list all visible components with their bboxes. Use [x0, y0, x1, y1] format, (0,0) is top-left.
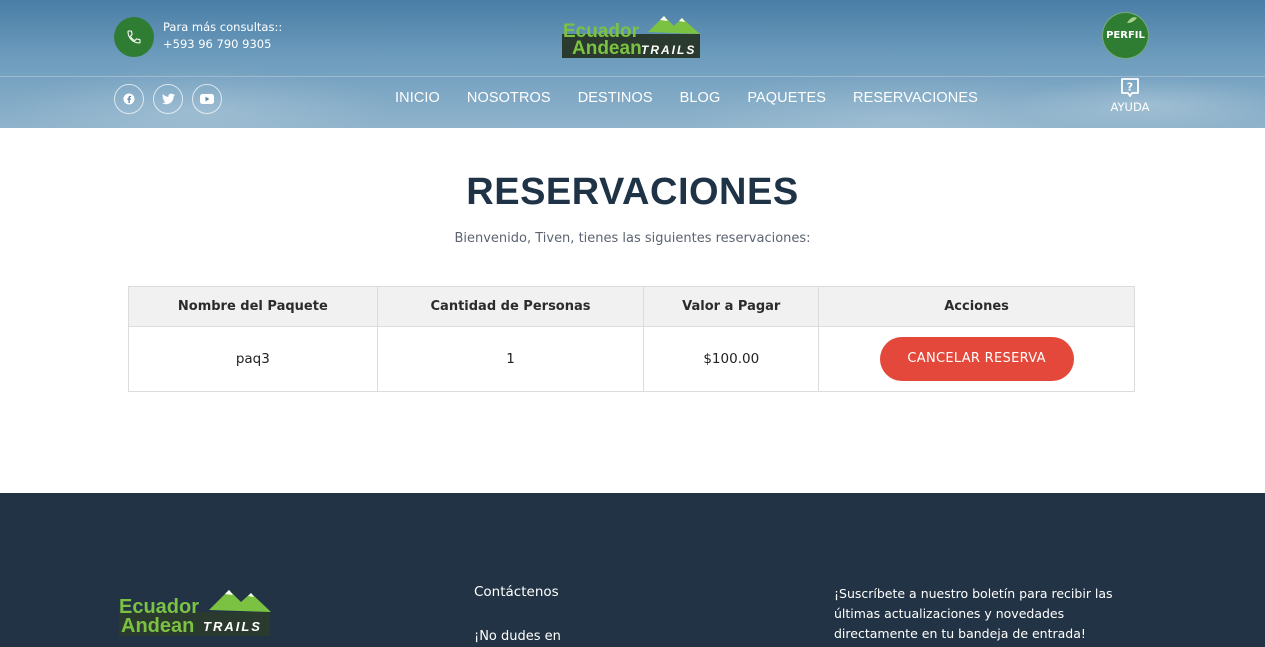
- footer-logo-trails: TRAILS: [203, 619, 262, 634]
- column-header-actions: Acciones: [818, 286, 1135, 327]
- footer-logo-line2: Andean: [121, 615, 195, 637]
- help-icon: ?: [1121, 78, 1139, 97]
- column-header-amount: Valor a Pagar: [643, 286, 820, 327]
- nav-item-blog[interactable]: BLOG: [680, 90, 721, 106]
- cell-people-count: 1: [376, 326, 645, 392]
- table-row: paq3 1 $100.00 CANCELAR RESERVA: [128, 326, 1135, 392]
- contact-label: Para más consultas::: [163, 20, 283, 34]
- help-button[interactable]: ? AYUDA: [1107, 77, 1153, 123]
- nav-item-destinos[interactable]: DESTINOS: [578, 90, 653, 106]
- help-label: AYUDA: [1110, 100, 1150, 114]
- nav-item-inicio[interactable]: INICIO: [395, 90, 440, 106]
- profile-label: PERFIL: [1106, 30, 1145, 41]
- footer-contact-text: ¡No dudes en: [474, 629, 561, 644]
- youtube-icon[interactable]: [192, 84, 222, 114]
- cell-actions: CANCELAR RESERVA: [818, 326, 1135, 392]
- newsletter-text: ¡Suscríbete a nuestro boletín para recib…: [834, 586, 1113, 641]
- footer-contact-heading: Contáctenos: [474, 584, 559, 600]
- site-logo[interactable]: Ecuador Andean TRAILS: [560, 12, 702, 60]
- facebook-icon[interactable]: [114, 84, 144, 114]
- cell-package-name: paq3: [128, 326, 378, 392]
- cell-amount: $100.00: [643, 326, 820, 392]
- leaf-icon: [1127, 17, 1137, 23]
- svg-text:?: ?: [1127, 81, 1133, 94]
- page-title: RESERVACIONES: [466, 171, 799, 213]
- table-header-row: Nombre del Paquete Cantidad de Personas …: [128, 286, 1135, 327]
- main-nav: INICIO NOSOTROS DESTINOS BLOG PAQUETES R…: [395, 90, 1005, 106]
- header-divider: [0, 76, 1265, 77]
- phone-icon[interactable]: [114, 17, 154, 57]
- site-header: Para más consultas:: +593 96 790 9305 Ec…: [0, 0, 1265, 128]
- nav-item-reservaciones[interactable]: RESERVACIONES: [853, 90, 978, 106]
- profile-button[interactable]: PERFIL: [1102, 12, 1149, 59]
- nav-item-nosotros[interactable]: NOSOTROS: [467, 90, 551, 106]
- phone-number[interactable]: +593 96 790 9305: [163, 36, 282, 53]
- reservations-table: Nombre del Paquete Cantidad de Personas …: [128, 286, 1135, 392]
- twitter-icon[interactable]: [153, 84, 183, 114]
- logo-line2: Andean: [572, 38, 642, 59]
- column-header-package: Nombre del Paquete: [128, 286, 378, 327]
- footer-logo[interactable]: Ecuador Andean TRAILS: [117, 586, 272, 638]
- nav-item-paquetes[interactable]: PAQUETES: [747, 90, 826, 106]
- logo-trails: TRAILS: [641, 43, 697, 57]
- cancel-reservation-button[interactable]: CANCELAR RESERVA: [879, 337, 1074, 381]
- contact-info: Para más consultas:: +593 96 790 9305: [163, 19, 282, 53]
- welcome-message: Bienvenido, Tiven, tienes las siguientes…: [454, 231, 811, 246]
- column-header-people: Cantidad de Personas: [376, 286, 645, 327]
